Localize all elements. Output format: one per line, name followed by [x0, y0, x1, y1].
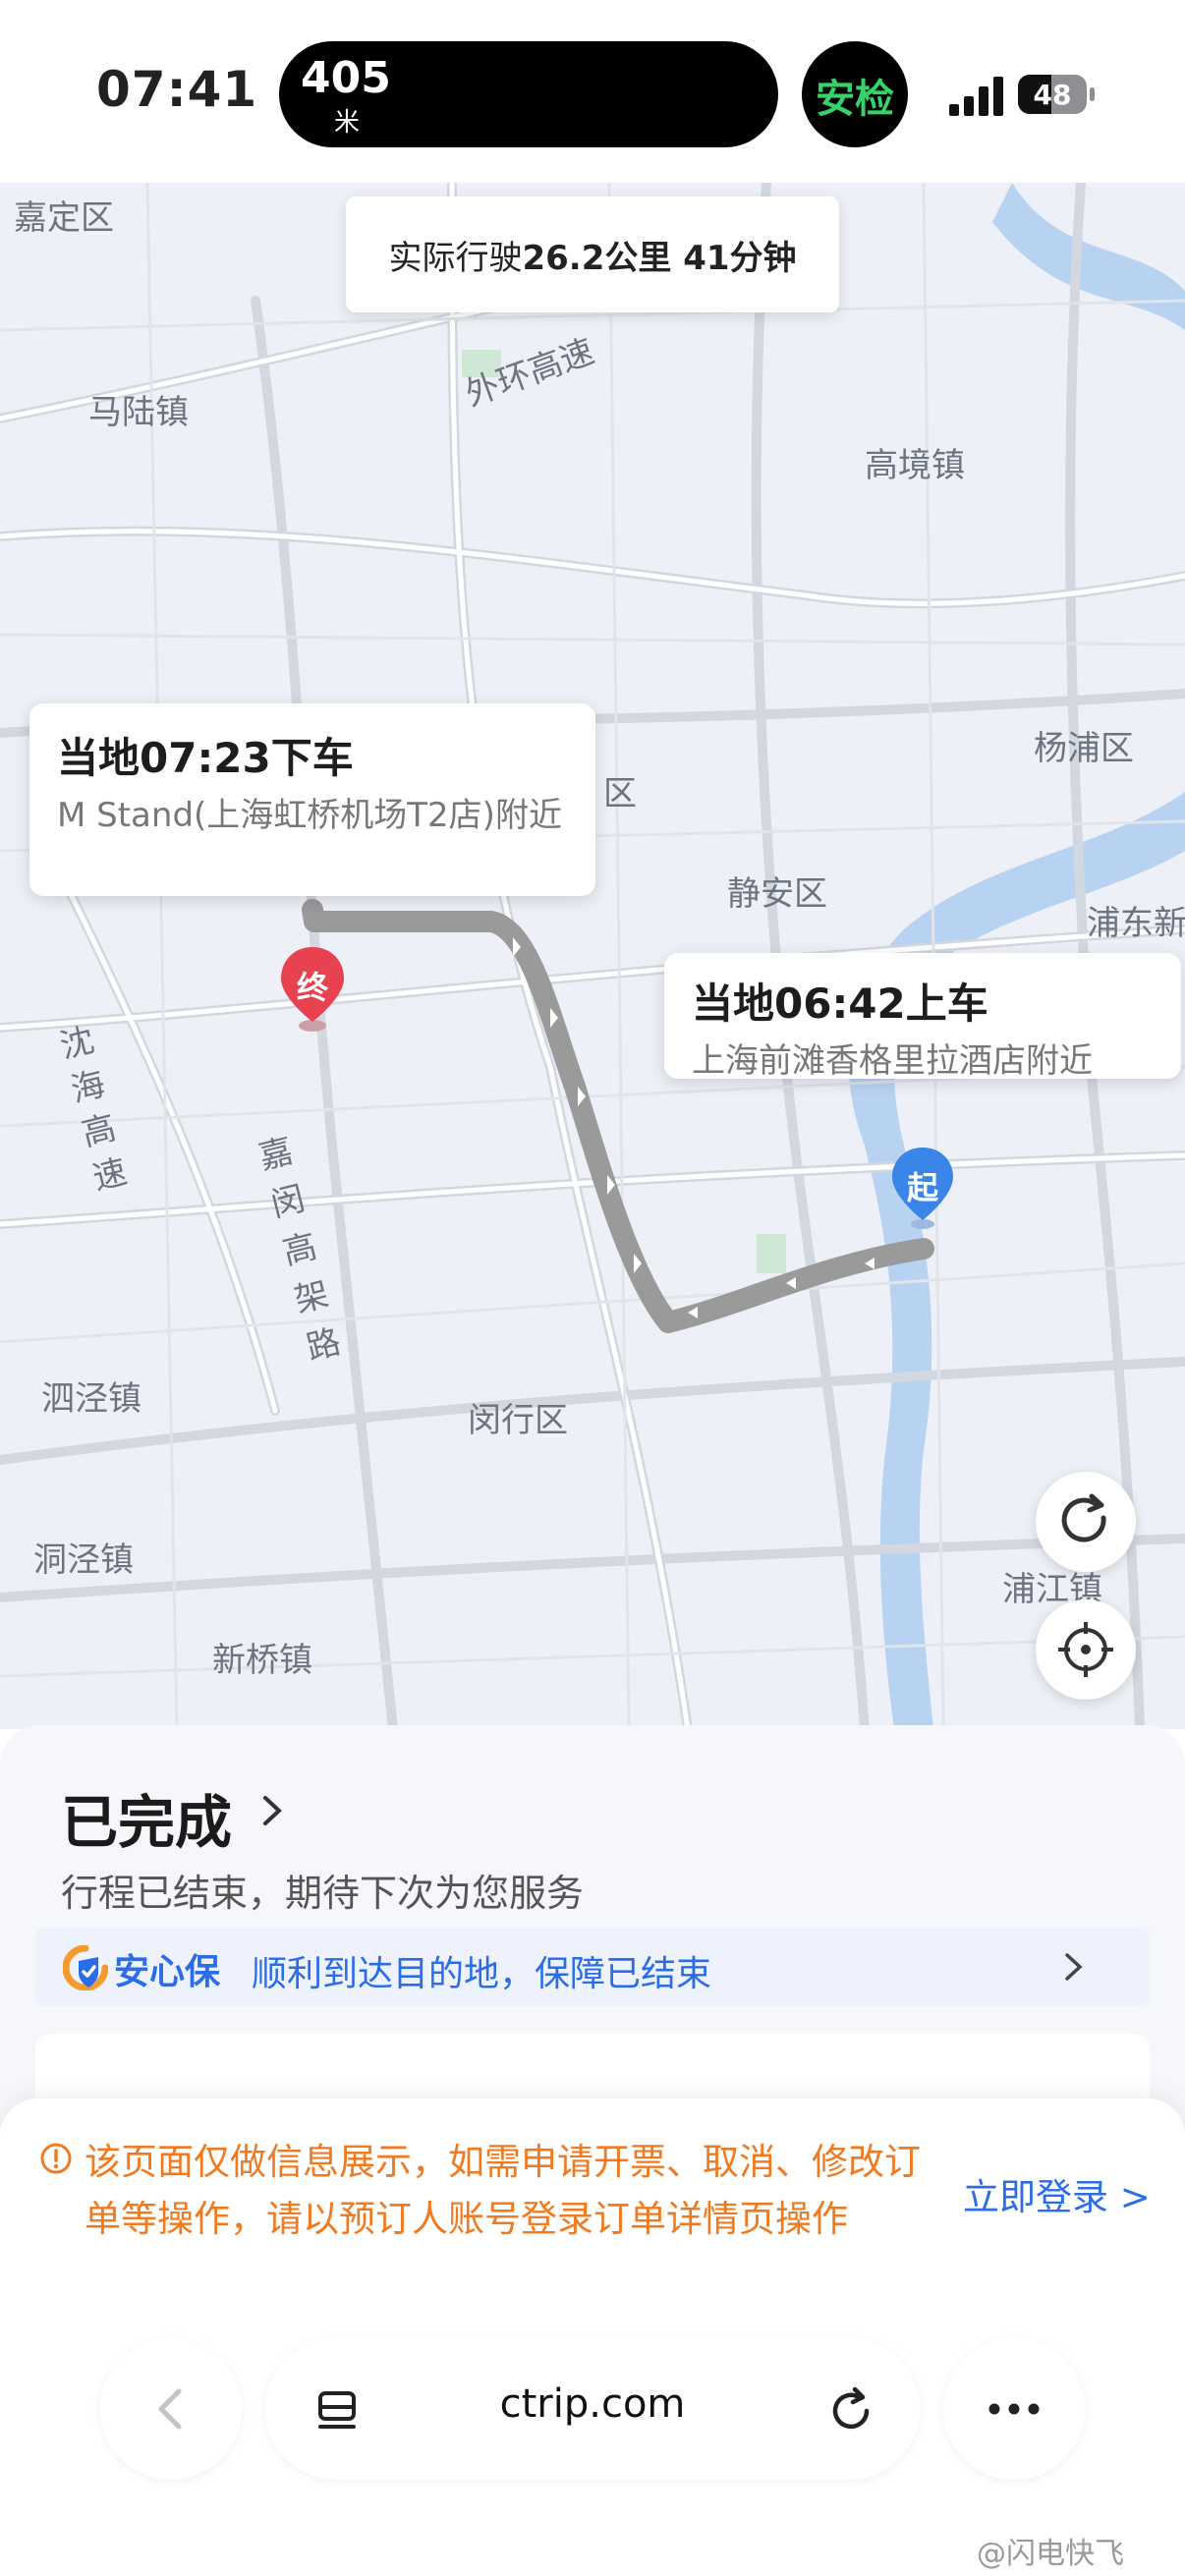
trip-summary-value: 26.2公里 41分钟 [522, 238, 797, 278]
map-label: 闵行区 [468, 1401, 568, 1440]
status-time: 07:41 [96, 61, 258, 118]
chevron-right-icon [1065, 1953, 1083, 1981]
map-label: 嘉定区 [14, 198, 114, 238]
battery-icon: 48 [1018, 75, 1095, 114]
pickup-pin[interactable]: 起 [890, 1146, 955, 1232]
address-bar[interactable]: ctrip.com [265, 2338, 920, 2480]
order-status[interactable]: 已完成 [61, 1776, 232, 1859]
screen: 07:41 405 米 安检 48 嘉定区 马陆镇 外环高速 高境镇 杨浦区 静… [0, 0, 1185, 2576]
safety-check-label: 安检 [816, 77, 894, 122]
map-label: 静安区 [727, 874, 827, 914]
dynamic-island-navigation[interactable]: 405 米 [279, 41, 778, 147]
pickup-place: 上海前滩香格里拉酒店附近 [692, 1041, 1093, 1081]
dropoff-time: 当地07:23下车 [57, 734, 354, 782]
map-label: 杨浦区 [1034, 729, 1134, 768]
status-bar: 07:41 405 米 安检 48 [0, 0, 1185, 183]
more-icon [988, 2403, 1040, 2415]
insurance-bar[interactable]: 安心保 顺利到达目的地，保障已结束 [35, 1928, 1150, 2006]
pickup-bubble[interactable]: 当地06:42上车 上海前滩香格里拉酒店附近 [664, 953, 1181, 1081]
notice-text: 该页面仅做信息展示，如需申请开票、取消、修改订单等操作，请以预订人账号登录订单详… [85, 2141, 921, 2240]
map-label: 高境镇 [865, 446, 965, 485]
locate-icon [1058, 1622, 1113, 1677]
safety-check-button[interactable]: 安检 [802, 41, 908, 147]
pickup-time: 当地06:42上车 [692, 980, 988, 1028]
watermark: @闪电快飞 [977, 2537, 1124, 2571]
map-label: 浦东新 [1087, 904, 1185, 943]
warning-icon [40, 2143, 72, 2174]
order-status-desc: 行程已结束，期待下次为您服务 [61, 1872, 585, 1915]
chevron-right-icon[interactable] [257, 1794, 287, 1827]
login-notice-panel: 该页面仅做信息展示，如需申请开票、取消、修改订单等操作，请以预订人账号登录订单详… [0, 2099, 1185, 2576]
dropoff-place: M Stand(上海虹桥机场T2店)附近 [57, 796, 562, 835]
insurance-text: 顺利到达目的地，保障已结束 [252, 1954, 712, 1994]
url-text[interactable]: ctrip.com [265, 2381, 920, 2427]
map-label: 区 [603, 774, 637, 813]
dropoff-pin[interactable]: 终 [279, 945, 346, 1034]
insurance-brand: 安心保 [114, 1952, 221, 1992]
map-label: 新桥镇 [212, 1641, 312, 1680]
map-label: 洞泾镇 [33, 1540, 134, 1580]
refresh-icon [1061, 1493, 1106, 1542]
back-button[interactable] [100, 2338, 242, 2480]
map-label: 马陆镇 [88, 393, 189, 432]
more-button[interactable] [943, 2338, 1085, 2480]
trip-summary: 实际行驶 26.2公里 41分钟 [346, 196, 839, 312]
dropoff-bubble[interactable]: 当地07:23下车 M Stand(上海虹桥机场T2店)附近 [29, 703, 595, 896]
battery-level: 48 [1033, 79, 1072, 111]
island-distance: 405 [301, 53, 391, 103]
pickup-pin-label: 起 [906, 1169, 938, 1206]
island-unit: 米 [334, 108, 361, 138]
refresh-button[interactable] [1036, 1472, 1136, 1572]
insurance-logo-icon [63, 1945, 108, 1990]
map-label: 泗泾镇 [41, 1379, 141, 1419]
locate-button[interactable] [1036, 1599, 1136, 1700]
route-map[interactable]: 嘉定区 马陆镇 外环高速 高境镇 杨浦区 静安区 浦东新 区 沈海高速 嘉闵高架… [0, 183, 1185, 1729]
back-icon [158, 2388, 182, 2430]
login-now-link[interactable]: 立即登录 > [963, 2167, 1151, 2220]
dropoff-pin-label: 终 [296, 969, 328, 1006]
cellular-signal-icon [949, 77, 1004, 116]
trip-summary-prefix: 实际行驶 [388, 238, 523, 278]
reload-icon[interactable] [825, 2385, 876, 2436]
